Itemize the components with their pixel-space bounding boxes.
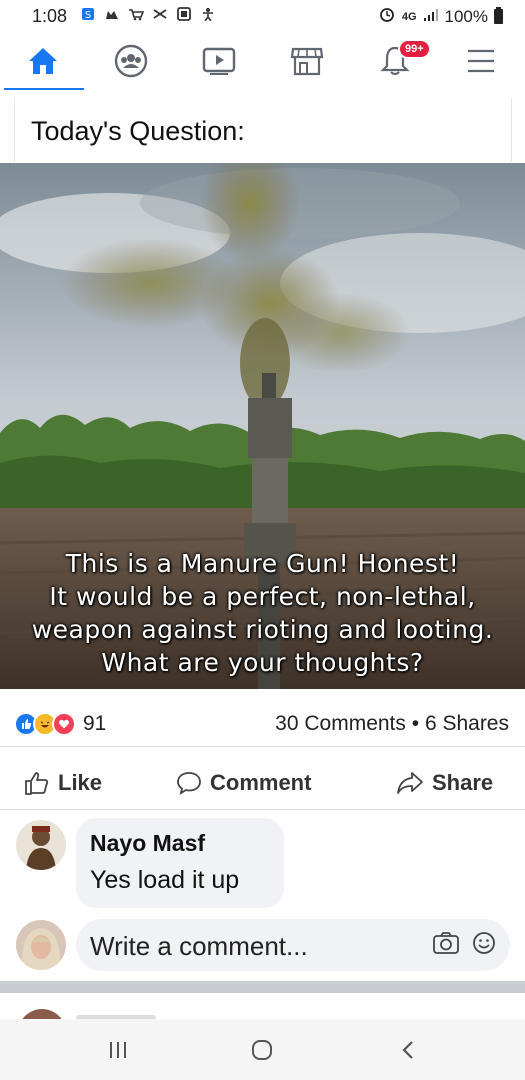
caption-line: weapon against rioting and looting. xyxy=(31,615,494,644)
android-navigation-bar xyxy=(0,1019,525,1080)
commenter-avatar[interactable] xyxy=(16,820,66,870)
recent-apps-button[interactable] xyxy=(88,1033,148,1067)
home-button[interactable] xyxy=(232,1033,292,1067)
battery-icon xyxy=(494,7,503,24)
top-nav-bar: 99+ xyxy=(0,32,525,91)
comment-bubble[interactable]: Nayo Masf Yes load it up xyxy=(76,818,284,908)
home-circle-icon xyxy=(252,1040,272,1060)
reactions-summary[interactable]: 91 xyxy=(14,712,106,736)
share-button[interactable]: Share xyxy=(396,765,493,801)
share-arrow-icon xyxy=(397,772,423,794)
write-comment-input[interactable]: Write a comment... xyxy=(76,919,510,971)
avatar-image xyxy=(16,820,66,870)
nav-marketplace[interactable] xyxy=(272,32,342,90)
recent-apps-icon xyxy=(110,1042,126,1058)
current-user-avatar[interactable] xyxy=(16,920,66,970)
nav-menu[interactable] xyxy=(446,32,516,90)
next-post-avatar[interactable] xyxy=(18,1009,66,1019)
write-comment-placeholder: Write a comment... xyxy=(90,931,308,961)
cart-icon xyxy=(128,7,145,25)
status-time: 1:08 xyxy=(32,6,68,26)
next-post-peek xyxy=(0,993,525,1019)
comment-label: Comment xyxy=(210,770,312,795)
nav-groups[interactable] xyxy=(96,32,166,90)
shares-count[interactable]: 6 Shares xyxy=(425,712,509,735)
comment-text: Yes load it up xyxy=(90,866,240,894)
reaction-summary-row: 91 30 Comments • 6 Shares xyxy=(0,700,525,747)
nav-watch[interactable] xyxy=(184,32,254,90)
home-icon xyxy=(29,48,57,74)
post-top-strip xyxy=(0,90,525,98)
caption-line: What are your thoughts? xyxy=(101,648,424,677)
emoji-icon[interactable] xyxy=(472,931,496,960)
comment-author[interactable]: Nayo Masf xyxy=(90,830,205,857)
s-icon: S xyxy=(80,7,96,25)
feed-separator xyxy=(0,981,525,993)
back-chevron-icon xyxy=(402,1041,413,1059)
post-text-box: Today's Question: xyxy=(14,98,512,162)
comment-share-counts[interactable]: 30 Comments • 6 Shares xyxy=(275,712,509,736)
video-icon xyxy=(202,47,236,75)
post-photo[interactable]: This is a Manure Gun! Honest! It would b… xyxy=(0,163,525,689)
back-button[interactable] xyxy=(378,1033,438,1067)
status-right: 4G 100% xyxy=(378,6,503,27)
comment-input-icons xyxy=(432,931,496,960)
signal-icon xyxy=(423,7,439,27)
camera-icon[interactable] xyxy=(432,931,460,960)
store-icon xyxy=(290,47,324,76)
caption-line: It would be a perfect, non-lethal, xyxy=(49,582,476,611)
comments-count[interactable]: 30 Comments xyxy=(275,712,406,735)
notification-badge: 99+ xyxy=(398,39,431,59)
count-separator: • xyxy=(411,712,420,735)
battery-percent: 100% xyxy=(444,6,488,26)
alarm-icon xyxy=(378,6,396,27)
avatar-image xyxy=(16,920,66,970)
cat-icon xyxy=(104,7,120,25)
squiggle-icon xyxy=(152,7,168,25)
status-notification-icons: S xyxy=(80,7,216,25)
like-label: Like xyxy=(58,770,103,795)
comment-button[interactable]: Comment xyxy=(176,765,311,801)
menu-icon xyxy=(468,49,494,73)
thumbs-up-icon xyxy=(25,772,49,795)
person-icon xyxy=(200,7,216,25)
svg-text:S: S xyxy=(85,10,91,21)
like-button[interactable]: Like xyxy=(24,765,102,801)
post-action-row: Like Comment Share xyxy=(0,757,525,810)
speech-bubble-icon xyxy=(177,772,201,795)
network-type: 4G xyxy=(401,10,417,23)
love-reaction-icon xyxy=(52,712,76,736)
nav-home[interactable] xyxy=(8,32,78,90)
image-caption: This is a Manure Gun! Honest! It would b… xyxy=(0,547,525,679)
square-icon xyxy=(176,7,192,25)
status-bar: 1:08 S 4G 100% xyxy=(0,0,525,32)
share-label: Share xyxy=(432,770,494,795)
nav-notifications[interactable]: 99+ xyxy=(360,32,431,90)
post-title: Today's Question: xyxy=(31,116,245,146)
reaction-count: 91 xyxy=(83,712,107,735)
groups-icon xyxy=(114,44,148,78)
caption-line: This is a Manure Gun! Honest! xyxy=(65,549,460,578)
